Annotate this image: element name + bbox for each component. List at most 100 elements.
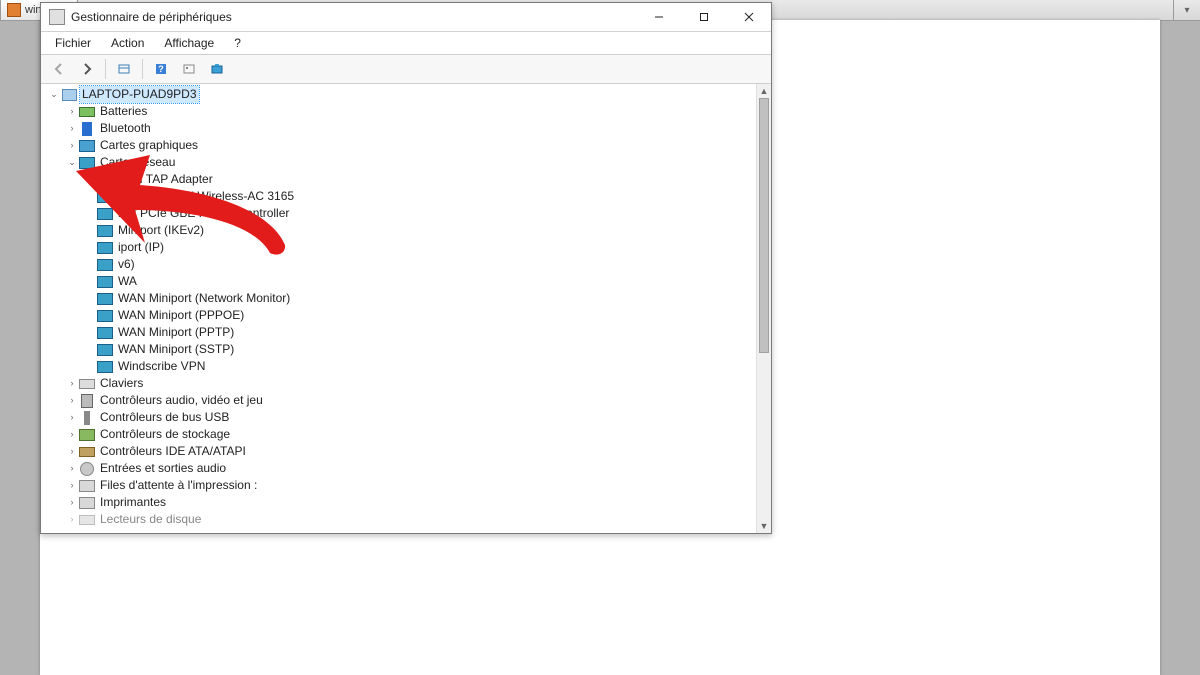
tree-label: Files d'attente à l'impression :: [98, 477, 259, 494]
tree-leaf-network-adapter[interactable]: (R) Dual Band Wireless-AC 3165: [41, 188, 757, 205]
expander-icon[interactable]: ›: [65, 137, 79, 154]
tree-leaf-network-adapter[interactable]: ltek PCIe GBE Family Controller: [41, 205, 757, 222]
tree-leaf-network-adapter[interactable]: WAN Miniport (SSTP): [41, 341, 757, 358]
tree-label: (R) Dual Band Wireless-AC 3165: [116, 188, 296, 205]
network-adapter-icon: [97, 240, 113, 256]
tree-node-bluetooth[interactable]: › Bluetooth: [41, 120, 757, 137]
expander-icon[interactable]: ⌄: [47, 86, 61, 103]
tree-leaf-network-adapter[interactable]: VPN TAP Adapter: [41, 171, 757, 188]
scroll-thumb[interactable]: [759, 98, 769, 353]
tree-node-graphics[interactable]: › Cartes graphiques: [41, 137, 757, 154]
tree-leaf-network-adapter[interactable]: WAN Miniport (PPPOE): [41, 307, 757, 324]
tree-leaf-network-adapter[interactable]: WA: [41, 273, 757, 290]
tree-node-disks[interactable]: › Lecteurs de disque: [41, 511, 757, 528]
menubar: Fichier Action Affichage ?: [41, 32, 771, 55]
network-adapter-icon: [97, 274, 113, 290]
help-button[interactable]: ?: [149, 57, 173, 81]
tree-label: Imprimantes: [98, 494, 168, 511]
toolbar-separator: [142, 59, 143, 79]
scroll-track[interactable]: [757, 98, 771, 519]
expander-icon[interactable]: ›: [65, 103, 79, 120]
expander-icon[interactable]: ›: [65, 443, 79, 460]
menu-affichage[interactable]: Affichage: [154, 34, 224, 52]
printer-icon: [79, 495, 95, 511]
tree-node-audio-controllers[interactable]: › Contrôleurs audio, vidéo et jeu: [41, 392, 757, 409]
printer-icon: [79, 478, 95, 494]
tree-node-storage-controllers[interactable]: › Contrôleurs de stockage: [41, 426, 757, 443]
disk-icon: [79, 512, 95, 528]
scroll-up-button[interactable]: ▲: [757, 84, 771, 98]
bluetooth-icon: [79, 121, 95, 137]
menu-aide[interactable]: ?: [224, 34, 251, 52]
device-tree[interactable]: ⌄ LAPTOP-PUAD9PD3 › Batteries › Bluetoot…: [41, 84, 757, 533]
show-hidden-button[interactable]: [112, 57, 136, 81]
computer-icon: [61, 87, 77, 103]
tree-leaf-network-adapter[interactable]: WAN Miniport (Network Monitor): [41, 290, 757, 307]
tree-label: WA: [116, 273, 139, 290]
scroll-down-button[interactable]: ▼: [757, 519, 771, 533]
expander-icon[interactable]: ›: [65, 511, 79, 528]
network-adapter-icon: [97, 291, 113, 307]
network-adapter-icon: [97, 308, 113, 324]
tree-label: Windscribe VPN: [116, 358, 207, 375]
menu-action[interactable]: Action: [101, 34, 154, 52]
storage-icon: [79, 427, 95, 443]
tree-label: ltek PCIe GBE Family Controller: [116, 205, 291, 222]
scan-hardware-button[interactable]: [205, 57, 229, 81]
expander-icon[interactable]: ›: [65, 392, 79, 409]
expander-icon[interactable]: ›: [65, 375, 79, 392]
tree-label: Cartes graphiques: [98, 137, 200, 154]
window-title: Gestionnaire de périphériques: [71, 10, 232, 24]
expander-icon[interactable]: ›: [65, 477, 79, 494]
expander-icon[interactable]: ›: [65, 426, 79, 443]
menu-fichier[interactable]: Fichier: [45, 34, 101, 52]
vertical-scrollbar[interactable]: ▲ ▼: [756, 84, 771, 533]
network-adapter-icon: [97, 342, 113, 358]
tree-label: WAN Miniport (PPTP): [116, 324, 236, 341]
titlebar[interactable]: Gestionnaire de périphériques: [41, 3, 771, 32]
keyboard-icon: [79, 376, 95, 392]
tree-leaf-network-adapter[interactable]: v6): [41, 256, 757, 273]
expander-icon[interactable]: ⌄: [65, 154, 79, 171]
tree-node-usb-controllers[interactable]: › Contrôleurs de bus USB: [41, 409, 757, 426]
network-adapter-icon: [97, 325, 113, 341]
back-button[interactable]: [47, 57, 71, 81]
tree-label: Cartes réseau: [98, 154, 177, 171]
network-adapter-icon: [97, 172, 113, 188]
tree-label: Contrôleurs de bus USB: [98, 409, 231, 426]
forward-button[interactable]: [75, 57, 99, 81]
battery-icon: [79, 104, 95, 120]
tree-node-network-adapters[interactable]: ⌄ Cartes réseau: [41, 154, 757, 171]
expander-icon[interactable]: ›: [65, 494, 79, 511]
maximize-button[interactable]: [681, 3, 726, 31]
close-button[interactable]: [726, 3, 771, 31]
display-adapter-icon: [79, 138, 95, 154]
tree-node-ide-controllers[interactable]: › Contrôleurs IDE ATA/ATAPI: [41, 443, 757, 460]
tree-label: Contrôleurs audio, vidéo et jeu: [98, 392, 265, 409]
expander-icon[interactable]: ›: [65, 120, 79, 137]
tree-node-keyboards[interactable]: › Claviers: [41, 375, 757, 392]
expander-icon[interactable]: ›: [65, 460, 79, 477]
properties-button[interactable]: [177, 57, 201, 81]
tree-label: LAPTOP-PUAD9PD3: [80, 86, 199, 103]
network-adapter-icon: [97, 223, 113, 239]
tree-node-audio-io[interactable]: › Entrées et sorties audio: [41, 460, 757, 477]
tree-leaf-network-adapter[interactable]: Windscribe VPN: [41, 358, 757, 375]
tree-node-print-queues[interactable]: › Files d'attente à l'impression :: [41, 477, 757, 494]
tree-label: Lecteurs de disque: [98, 511, 203, 528]
tree-label: v6): [116, 256, 137, 273]
tree-leaf-network-adapter[interactable]: iport (IP): [41, 239, 757, 256]
tree-leaf-network-adapter[interactable]: Miniport (IKEv2): [41, 222, 757, 239]
expander-icon[interactable]: ›: [65, 409, 79, 426]
tree-node-printers[interactable]: › Imprimantes: [41, 494, 757, 511]
tree-node-batteries[interactable]: › Batteries: [41, 103, 757, 120]
sound-icon: [79, 393, 95, 409]
toolbar: ?: [41, 55, 771, 84]
taskbar-overflow-button[interactable]: ▾: [1173, 0, 1200, 20]
tree-label: WAN Miniport (Network Monitor): [116, 290, 292, 307]
minimize-button[interactable]: [636, 3, 681, 31]
svg-text:?: ?: [158, 64, 164, 74]
tree-label: Entrées et sorties audio: [98, 460, 228, 477]
tree-node-root[interactable]: ⌄ LAPTOP-PUAD9PD3: [41, 86, 757, 103]
tree-leaf-network-adapter[interactable]: WAN Miniport (PPTP): [41, 324, 757, 341]
